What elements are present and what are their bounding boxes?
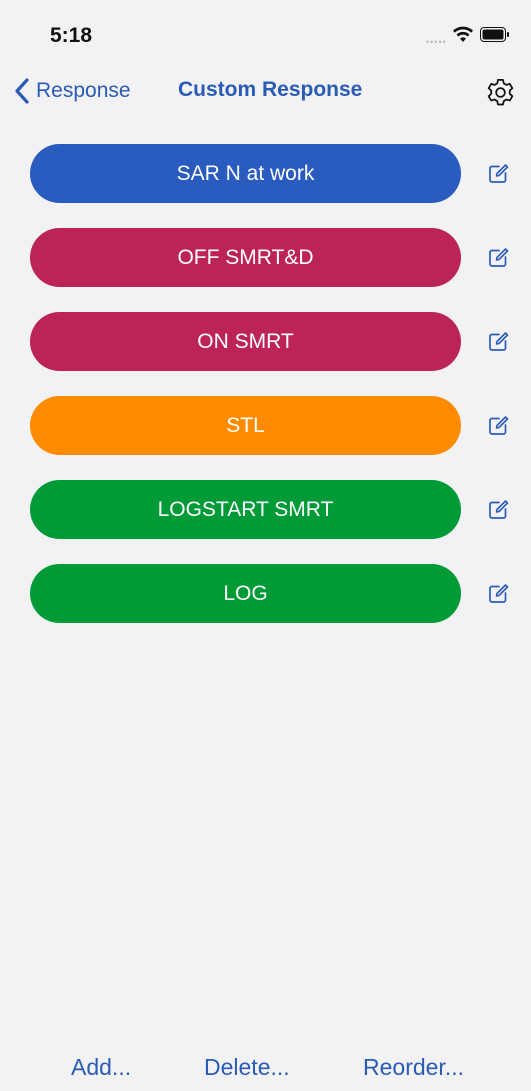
navigation-bar: Response Custom Response (0, 64, 531, 116)
response-button[interactable]: LOGSTART SMRT (30, 480, 461, 539)
status-time: 5:18 (50, 24, 93, 47)
response-row: OFF SMRT&D (0, 228, 531, 287)
edit-icon[interactable] (487, 163, 509, 185)
reorder-button[interactable]: Reorder... (363, 1054, 464, 1081)
response-row: STL (0, 396, 531, 455)
response-row: LOG (0, 564, 531, 623)
wifi-icon (453, 26, 473, 42)
edit-icon[interactable] (487, 247, 509, 269)
edit-icon[interactable] (487, 583, 509, 605)
response-row: LOGSTART SMRT (0, 480, 531, 539)
response-list: SAR N at work OFF SMRT&D ON SMRT STL LOGSTAR… (0, 144, 531, 648)
edit-icon[interactable] (487, 331, 509, 353)
back-button[interactable]: Response (14, 76, 131, 106)
back-button-label: Response (36, 79, 131, 102)
battery-icon (480, 27, 509, 42)
delete-button[interactable]: Delete... (204, 1054, 290, 1081)
page-title: Custom Response (178, 78, 363, 101)
gear-icon[interactable] (485, 77, 516, 108)
status-bar: 5:18 ••••• (0, 0, 531, 64)
chevron-left-icon (15, 78, 29, 104)
add-button[interactable]: Add... (71, 1054, 131, 1081)
response-button[interactable]: ON SMRT (30, 312, 461, 371)
response-button[interactable]: OFF SMRT&D (30, 228, 461, 287)
edit-icon[interactable] (487, 415, 509, 437)
cellular-signal-icon: ••••• (426, 37, 447, 47)
bottom-toolbar: Add... Delete... Reorder... (0, 1048, 531, 1088)
edit-icon[interactable] (487, 499, 509, 521)
response-button[interactable]: SAR N at work (30, 144, 461, 203)
response-button[interactable]: STL (30, 396, 461, 455)
response-row: SAR N at work (0, 144, 531, 203)
response-row: ON SMRT (0, 312, 531, 371)
response-button[interactable]: LOG (30, 564, 461, 623)
